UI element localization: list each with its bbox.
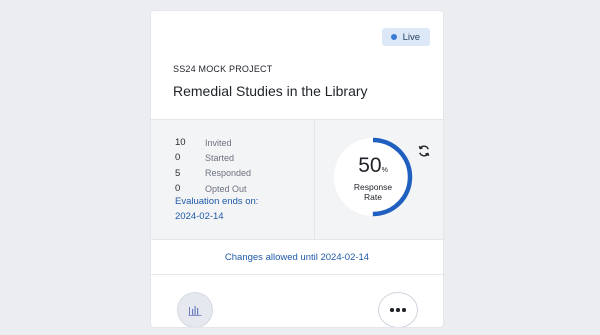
response-rate-text: 50% Response Rate <box>332 136 414 218</box>
more-options-button[interactable] <box>378 292 418 327</box>
project-card: Live SS24 MOCK PROJECT Remedial Studies … <box>150 10 444 328</box>
bar-chart-icon <box>188 306 202 316</box>
stat-responded: 5 Responded <box>175 166 251 181</box>
status-label: Live <box>402 31 420 43</box>
response-rate-number: 50 <box>358 154 382 177</box>
response-rate-caption: Response Rate <box>332 182 414 202</box>
stat-value: 0 <box>175 183 181 195</box>
stat-invited: 10 Invited <box>175 135 251 150</box>
stat-value: 5 <box>175 167 181 179</box>
response-rate-value: 50% <box>332 154 414 178</box>
stat-label: Responded <box>205 168 252 179</box>
stat-label: Started <box>205 152 235 163</box>
project-code: SS24 MOCK PROJECT <box>173 64 273 74</box>
response-rate-caption-line1: Response <box>353 182 393 192</box>
response-rate-unit: % <box>381 167 388 174</box>
response-rate-gauge: 50% Response Rate <box>332 136 414 218</box>
status-dot-icon <box>390 34 397 40</box>
evaluation-end-date: 2024-02-14 <box>175 211 224 222</box>
stat-value: 10 <box>175 137 186 149</box>
stat-opted-out: 0 Opted Out <box>175 181 251 196</box>
response-counts: 10 Invited 0 Started 5 Responded 0 Opted… <box>175 135 251 196</box>
more-icon <box>390 308 406 312</box>
response-rate-caption-line2: Rate <box>364 192 382 202</box>
card-footer <box>151 275 443 327</box>
stat-label: Invited <box>205 137 232 148</box>
stats-divider <box>314 120 315 239</box>
evaluation-end-label: Evaluation ends on: <box>175 196 259 207</box>
card-header: Live SS24 MOCK PROJECT Remedial Studies … <box>151 11 443 119</box>
stat-started: 0 Started <box>175 150 251 165</box>
view-report-button[interactable] <box>177 292 213 327</box>
project-title: Remedial Studies in the Library <box>173 83 368 99</box>
stats-panel: 10 Invited 0 Started 5 Responded 0 Opted… <box>151 119 443 239</box>
stat-label: Opted Out <box>205 183 247 194</box>
stat-value: 0 <box>175 152 181 164</box>
status-badge: Live <box>381 28 430 46</box>
changes-allowed-link[interactable]: Changes allowed until 2024-02-14 <box>151 239 443 275</box>
refresh-icon[interactable] <box>417 144 431 158</box>
